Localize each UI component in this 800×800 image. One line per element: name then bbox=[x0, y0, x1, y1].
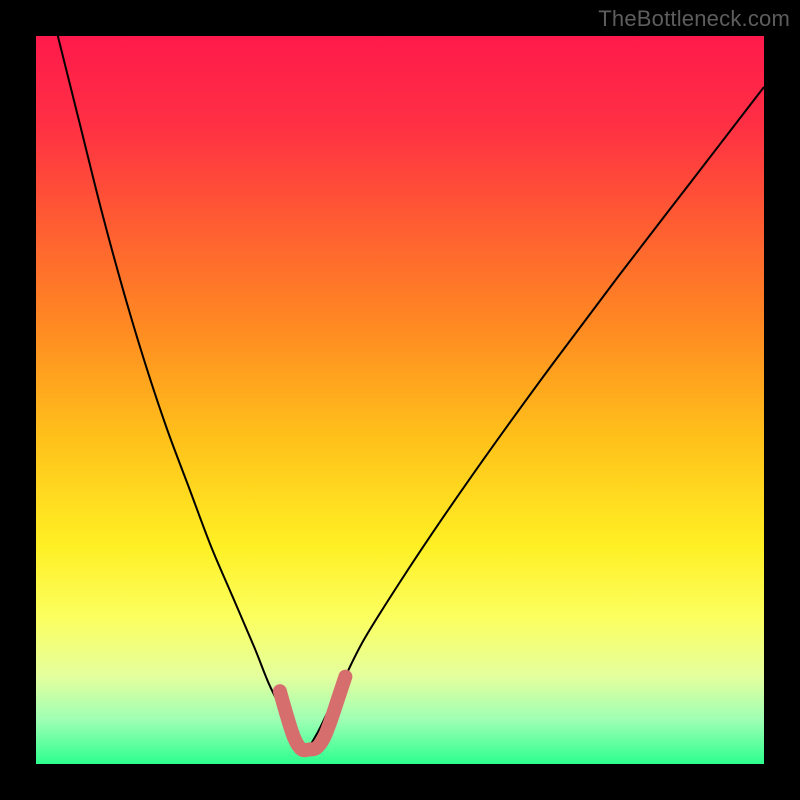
bottleneck-chart bbox=[0, 0, 800, 800]
chart-background-gradient bbox=[36, 36, 764, 764]
chart-container: TheBottleneck.com bbox=[0, 0, 800, 800]
